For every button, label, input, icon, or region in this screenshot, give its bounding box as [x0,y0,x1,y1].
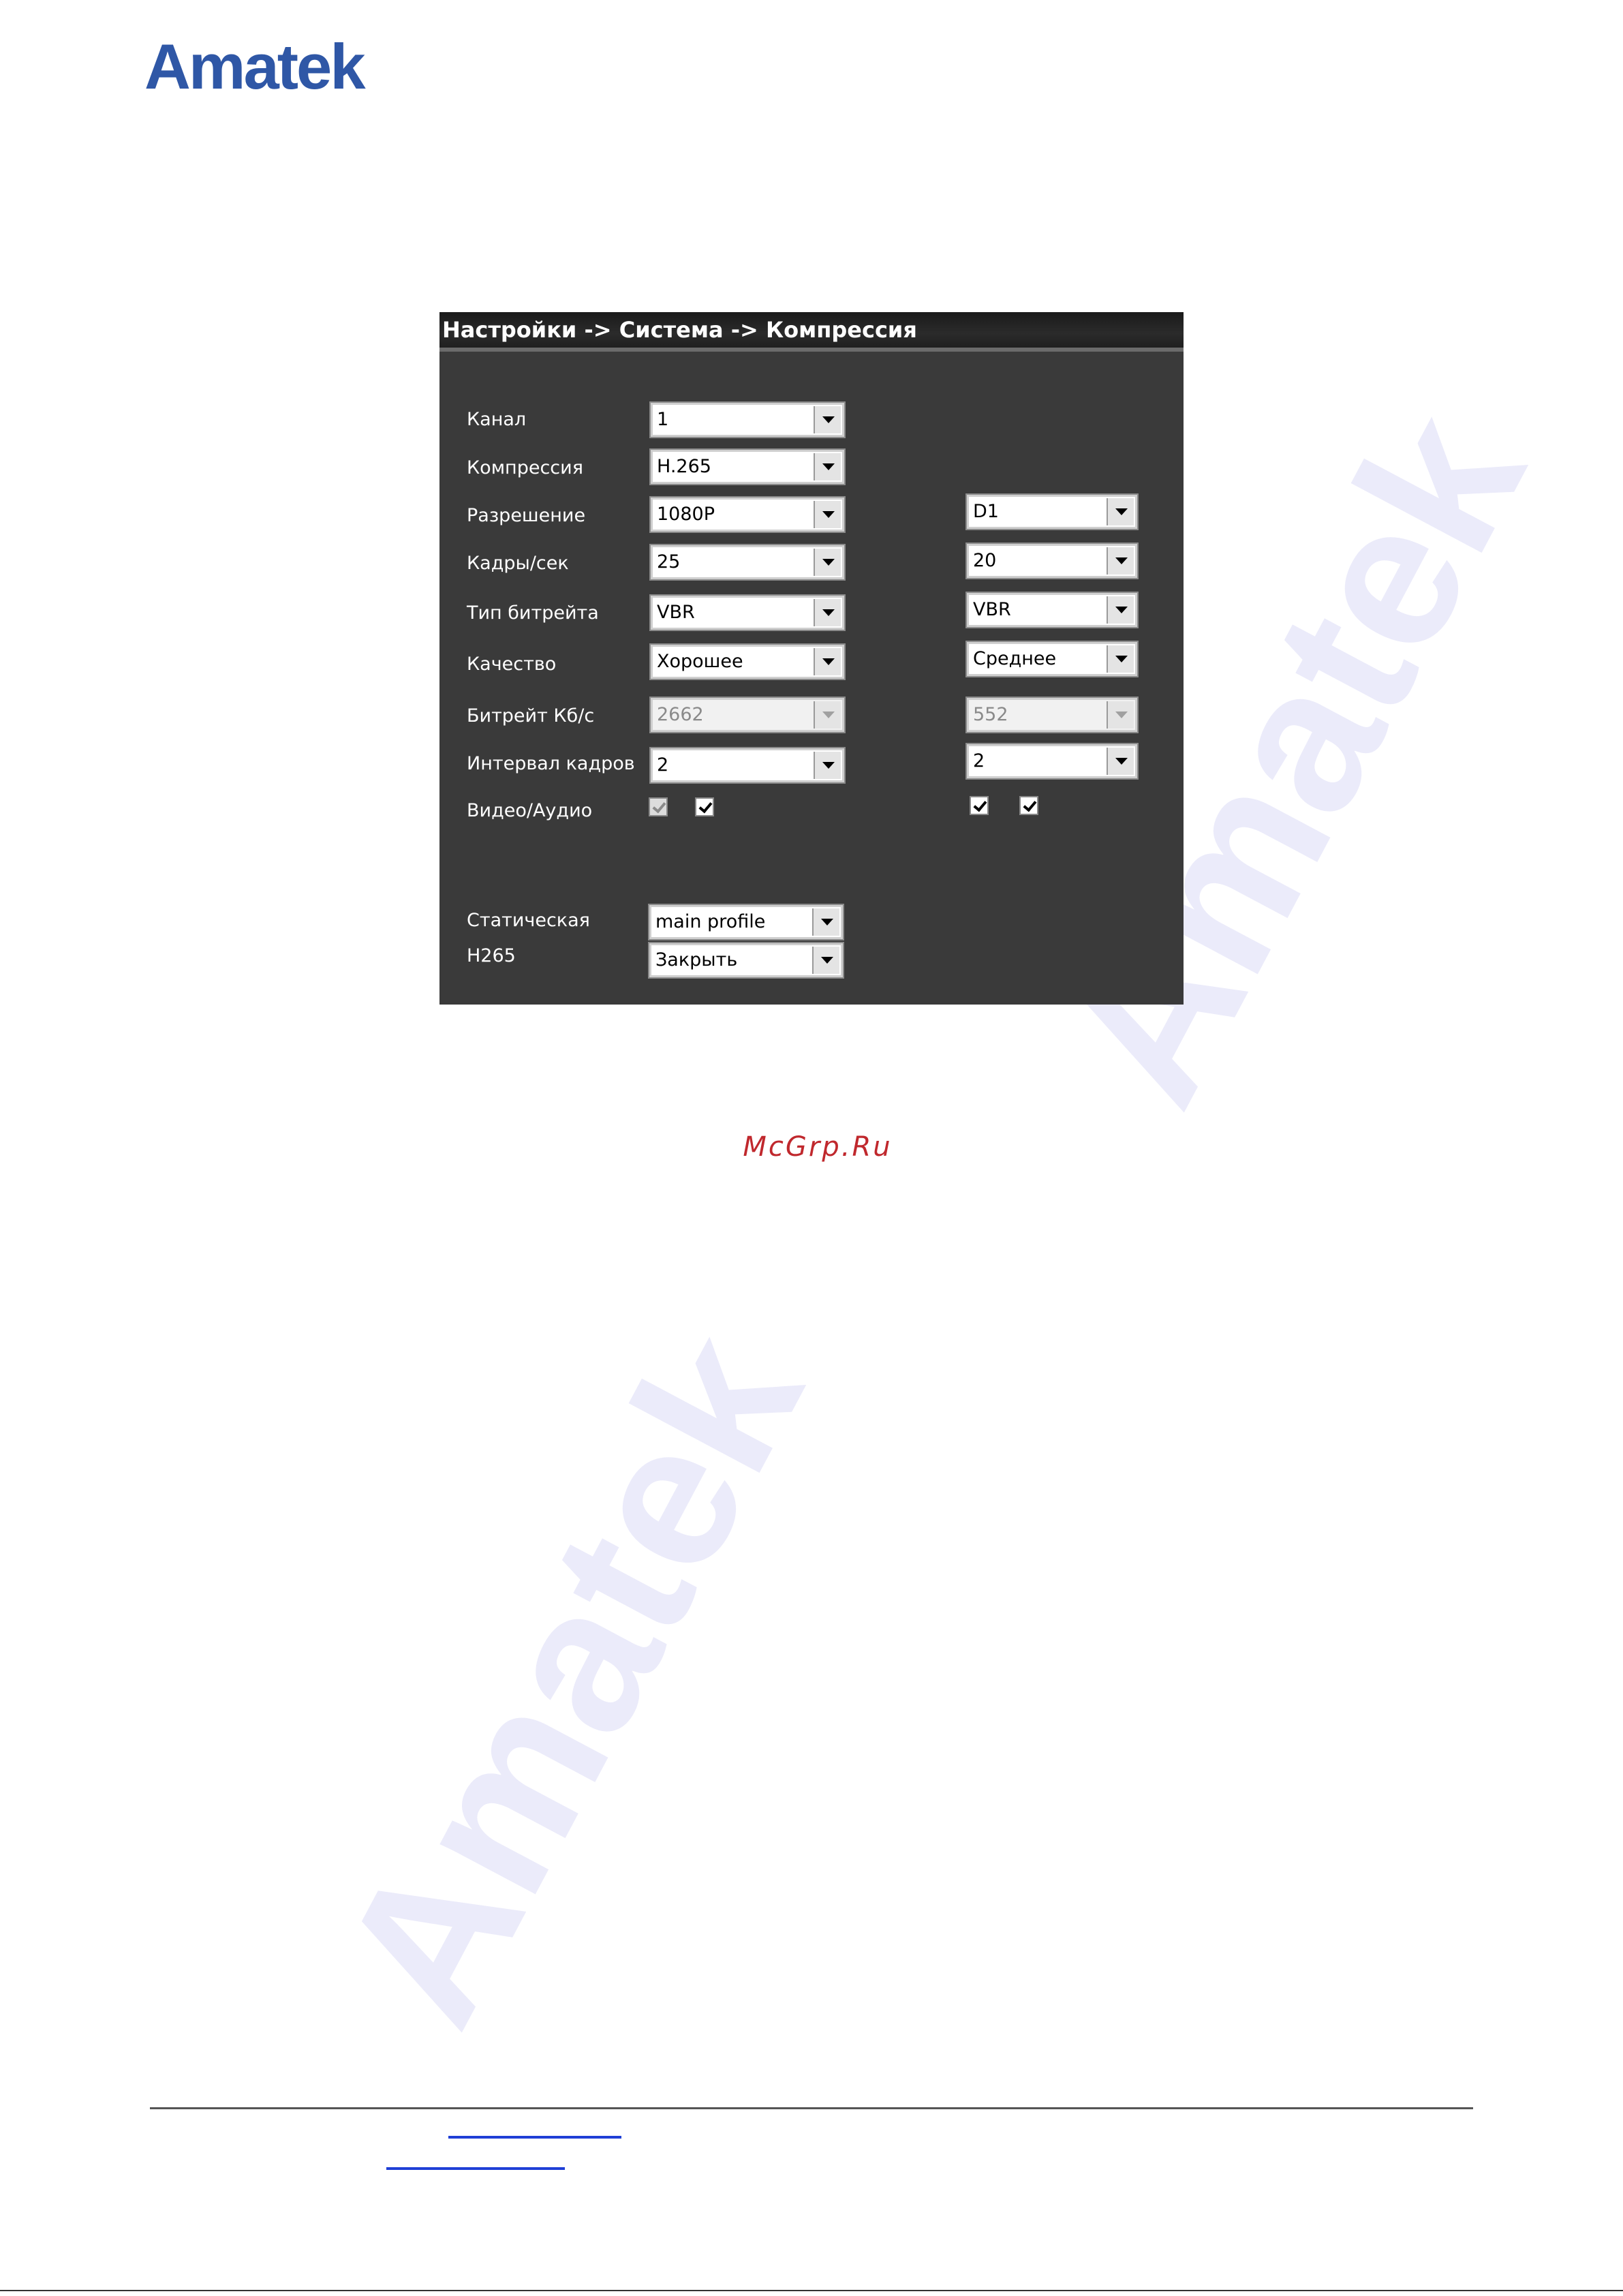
label-h265: H265 [467,945,516,966]
title-divider [439,348,1184,352]
bitrate-type-main-select[interactable]: VBR [649,594,846,631]
chevron-down-icon[interactable] [814,599,841,626]
fps-sub-select[interactable]: 20 [965,542,1139,579]
fps-main-value: 25 [657,551,681,572]
chevron-down-icon[interactable] [1107,596,1134,624]
bitrate-main-select: 2662 [649,697,846,733]
bitrate-type-sub-value: VBR [973,599,1011,620]
label-video-audio: Видео/Аудио [467,800,593,821]
channel-value: 1 [657,409,669,430]
watermark-bottom: Amatek [296,1298,845,2058]
label-static: Статическая [467,910,590,931]
chevron-down-icon[interactable] [814,406,841,433]
h265-value: Закрыть [655,949,738,970]
footer-link-underline-1[interactable] [448,2136,621,2139]
chevron-down-icon[interactable] [814,648,841,675]
h265-select[interactable]: Закрыть [648,942,844,979]
footer-divider [150,2107,1473,2109]
amatek-logo: Amatek [144,31,366,102]
page-bottom-line [0,2290,1623,2291]
label-resolution: Разрешение [467,505,586,526]
panel-title: Настройки -> Система -> Компрессия [439,312,1184,348]
chevron-down-icon[interactable] [814,453,841,480]
site-label: McGrp.Ru [743,1131,893,1163]
gop-sub-value: 2 [973,750,985,771]
label-fps: Кадры/сек [467,553,569,574]
chevron-down-icon [814,701,841,729]
fps-sub-value: 20 [973,550,997,571]
chevron-down-icon [1107,701,1134,729]
sub-video-checkbox[interactable] [970,796,989,815]
compression-select[interactable]: H.265 [649,448,846,485]
quality-sub-select[interactable]: Среднее [965,641,1139,677]
main-audio-checkbox[interactable] [695,797,714,816]
bitrate-type-main-value: VBR [657,602,695,623]
label-channel: Канал [467,409,527,430]
chevron-down-icon[interactable] [814,549,841,576]
compression-value: H.265 [657,456,711,477]
resolution-sub-value: D1 [973,501,999,522]
quality-sub-value: Среднее [973,648,1057,669]
chevron-down-icon[interactable] [812,908,839,936]
chevron-down-icon[interactable] [1107,547,1134,575]
static-profile-value: main profile [655,911,766,932]
main-video-checkbox [649,797,668,816]
label-bitrate: Битрейт Кб/с [467,705,595,726]
resolution-main-select[interactable]: 1080P [649,496,846,533]
chevron-down-icon[interactable] [1107,645,1134,673]
chevron-down-icon[interactable] [812,947,839,974]
quality-main-value: Хорошее [657,651,743,672]
static-profile-select[interactable]: main profile [648,904,844,940]
sub-audio-checkbox[interactable] [1019,796,1038,815]
resolution-sub-select[interactable]: D1 [965,493,1139,530]
compression-settings-panel: Настройки -> Система -> Компрессия Канал… [439,312,1184,1005]
fps-main-select[interactable]: 25 [649,544,846,581]
chevron-down-icon[interactable] [1107,498,1134,525]
resolution-main-value: 1080P [657,504,715,525]
label-gop: Интервал кадров [467,753,635,774]
gop-main-value: 2 [657,754,669,776]
bitrate-sub-value: 552 [973,704,1008,725]
channel-select[interactable]: 1 [649,401,846,438]
label-quality: Качество [467,654,557,675]
label-compression: Компрессия [467,457,583,478]
label-bitrate-type: Тип битрейта [467,602,599,624]
bitrate-main-value: 2662 [657,704,704,725]
bitrate-sub-select: 552 [965,697,1139,733]
chevron-down-icon[interactable] [814,752,841,779]
chevron-down-icon[interactable] [814,501,841,528]
footer-link-underline-2[interactable] [386,2167,565,2170]
gop-main-select[interactable]: 2 [649,747,846,784]
bitrate-type-sub-select[interactable]: VBR [965,592,1139,628]
chevron-down-icon[interactable] [1107,748,1134,775]
quality-main-select[interactable]: Хорошее [649,643,846,680]
gop-sub-select[interactable]: 2 [965,743,1139,780]
